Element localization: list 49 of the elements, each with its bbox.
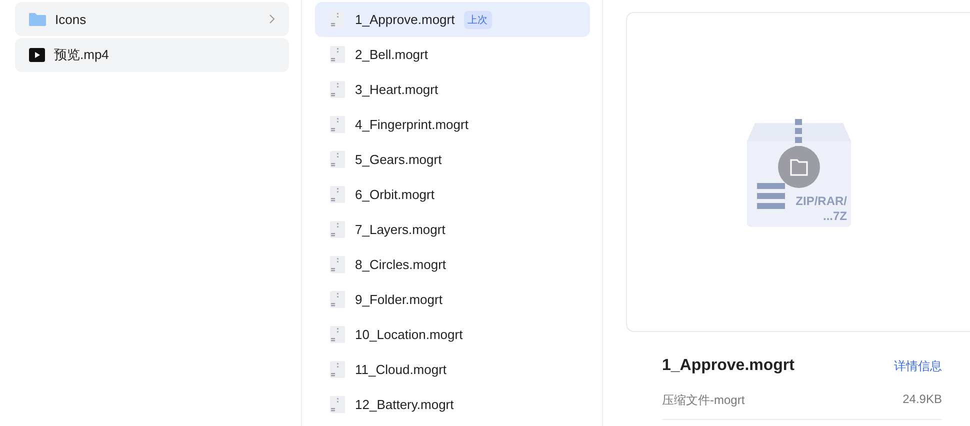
folder-icon xyxy=(29,12,46,26)
file-icon xyxy=(329,326,346,343)
file-icon xyxy=(329,361,346,378)
file-name: 10_Location.mogrt xyxy=(355,327,463,342)
file-item[interactable]: 8_Circles.mogrt xyxy=(315,247,590,282)
file-name: 11_Cloud.mogrt xyxy=(355,362,447,377)
file-name: 6_Orbit.mogrt xyxy=(355,187,434,202)
file-item[interactable]: 3_Heart.mogrt xyxy=(315,72,590,107)
recent-badge: 上次 xyxy=(464,10,492,28)
file-icon xyxy=(329,186,346,203)
file-item[interactable]: 5_Gears.mogrt xyxy=(315,142,590,177)
archive-drawing: ZIP/RAR/ ...7Z xyxy=(744,117,852,227)
file-item[interactable]: 12_Battery.mogrt xyxy=(315,387,590,422)
file-title: 1_Approve.mogrt xyxy=(662,357,794,375)
file-icon xyxy=(329,81,346,98)
file-name: 1_Approve.mogrt xyxy=(355,12,455,27)
item-name: 预览.mp4 xyxy=(54,46,110,64)
file-item[interactable]: 11_Cloud.mogrt xyxy=(315,352,590,387)
file-name: 4_Fingerprint.mogrt xyxy=(355,117,468,132)
file-name: 7_Layers.mogrt xyxy=(355,222,446,237)
file-icon xyxy=(329,151,346,168)
file-icon xyxy=(329,256,346,273)
file-name: 9_Folder.mogrt xyxy=(355,292,442,307)
file-name: 8_Circles.mogrt xyxy=(355,257,446,272)
file-item[interactable]: 1_Approve.mogrt 上次 xyxy=(315,2,590,37)
file-icon xyxy=(329,46,346,63)
file-type: 压缩文件-mogrt xyxy=(662,392,745,409)
chevron-icon xyxy=(269,14,275,24)
file-icon xyxy=(329,116,346,133)
file-icon xyxy=(329,221,346,238)
file-name: 2_Bell.mogrt xyxy=(355,47,428,62)
file-name: 3_Heart.mogrt xyxy=(355,82,438,97)
video-icon xyxy=(29,48,45,62)
file-item[interactable]: 6_Orbit.mogrt xyxy=(315,177,590,212)
details-link[interactable]: 详情信息 xyxy=(894,358,942,374)
file-icon xyxy=(329,291,346,308)
file-item[interactable]: 7_Layers.mogrt xyxy=(315,212,590,247)
folder-item[interactable]: 预览.mp4 xyxy=(15,38,289,72)
file-item[interactable]: 4_Fingerprint.mogrt xyxy=(315,107,590,142)
file-item[interactable]: 10_Location.mogrt xyxy=(315,317,590,352)
file-name: 5_Gears.mogrt xyxy=(355,152,442,167)
file-icon xyxy=(329,396,346,413)
file-name: 12_Battery.mogrt xyxy=(355,397,454,412)
file-item[interactable]: 2_Bell.mogrt xyxy=(315,37,590,72)
file-size: 24.9KB xyxy=(902,392,942,408)
item-name: Icons xyxy=(55,12,88,26)
file-item[interactable]: 9_Folder.mogrt xyxy=(315,282,590,317)
folder-item[interactable]: Icons xyxy=(15,2,289,36)
file-icon xyxy=(329,11,346,28)
